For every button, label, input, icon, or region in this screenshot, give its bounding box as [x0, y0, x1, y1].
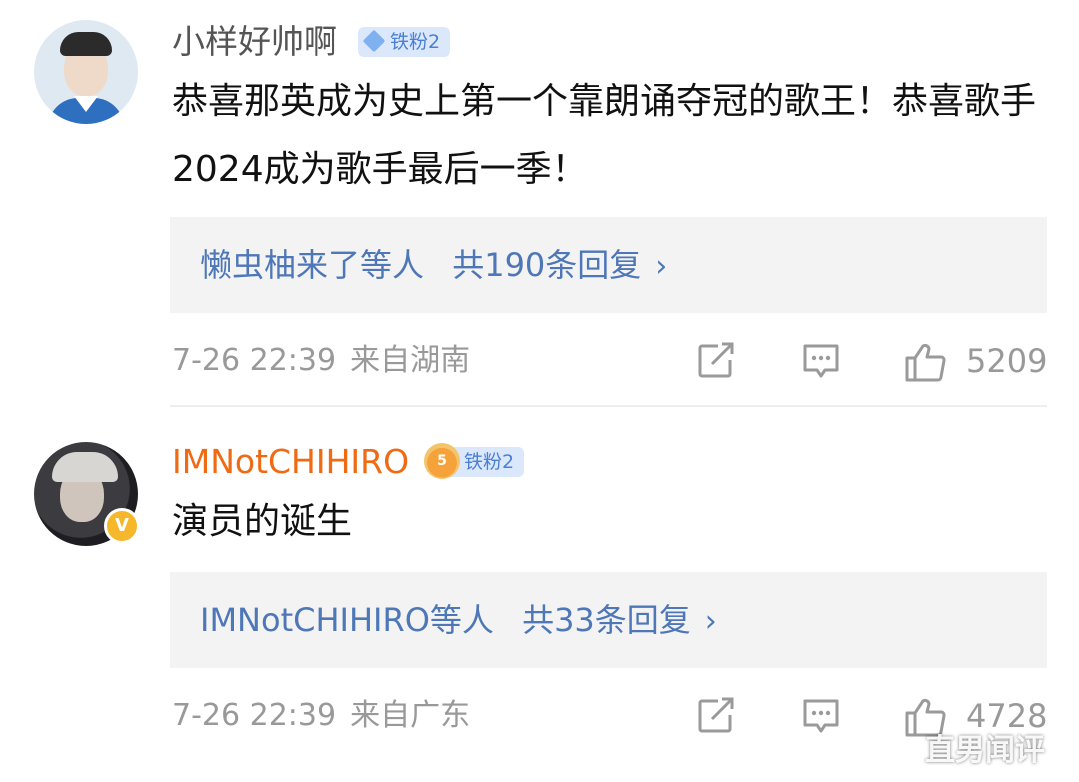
- comment-text: 恭喜那英成为史上第一个靠朗诵夺冠的歌王！恭喜歌手2024成为歌手最后一季！: [172, 81, 1037, 190]
- divider: [170, 405, 1047, 407]
- action-bar: 5209: [0, 338, 1079, 384]
- fan-badge[interactable]: 铁粉2: [358, 27, 451, 57]
- reply-users: 懒虫柚来了: [200, 246, 361, 284]
- share-icon[interactable]: [696, 342, 736, 380]
- reply-sep: 等人: [360, 246, 425, 284]
- reply-sep: 等人: [429, 601, 494, 639]
- reply-count: 共190条回复: [452, 246, 642, 284]
- diamond-icon: [362, 29, 386, 53]
- verified-icon: V: [104, 508, 140, 544]
- fan-badge-label: 铁粉2: [464, 451, 515, 473]
- crown-icon: 5: [424, 443, 460, 479]
- like-icon[interactable]: [903, 342, 947, 382]
- username[interactable]: IMNotCHIHIRO: [172, 442, 409, 482]
- like-count: 5209: [966, 342, 1048, 380]
- avatar-hair: [52, 452, 118, 482]
- action-bar: 4728: [0, 693, 1079, 739]
- fan-badge[interactable]: 5 铁粉2: [424, 443, 525, 479]
- reply-count: 共33条回复: [522, 601, 691, 639]
- username[interactable]: 小样好帅啊: [172, 22, 337, 62]
- reply-summary[interactable]: IMNotCHIHIRO等人 共33条回复 ›: [170, 572, 1047, 668]
- reply-users: IMNotCHIHIRO: [200, 601, 430, 639]
- reply-summary-text: 懒虫柚来了等人 共190条回复 ›: [200, 217, 667, 315]
- watermark: 直男闻评: [925, 733, 1045, 768]
- comment-text: 演员的诞生: [172, 501, 353, 542]
- reply-summary[interactable]: 懒虫柚来了等人 共190条回复 ›: [170, 217, 1047, 313]
- avatar-hair: [60, 32, 112, 56]
- reply-summary-text: IMNotCHIHIRO等人 共33条回复 ›: [200, 572, 717, 670]
- fan-badge-label: 铁粉2: [390, 31, 441, 53]
- share-icon[interactable]: [696, 697, 736, 735]
- chevron-right-icon: ›: [704, 604, 717, 639]
- comment-icon[interactable]: [801, 697, 841, 735]
- avatar[interactable]: [34, 20, 138, 124]
- comment-icon[interactable]: [801, 342, 841, 380]
- chevron-right-icon: ›: [655, 249, 668, 284]
